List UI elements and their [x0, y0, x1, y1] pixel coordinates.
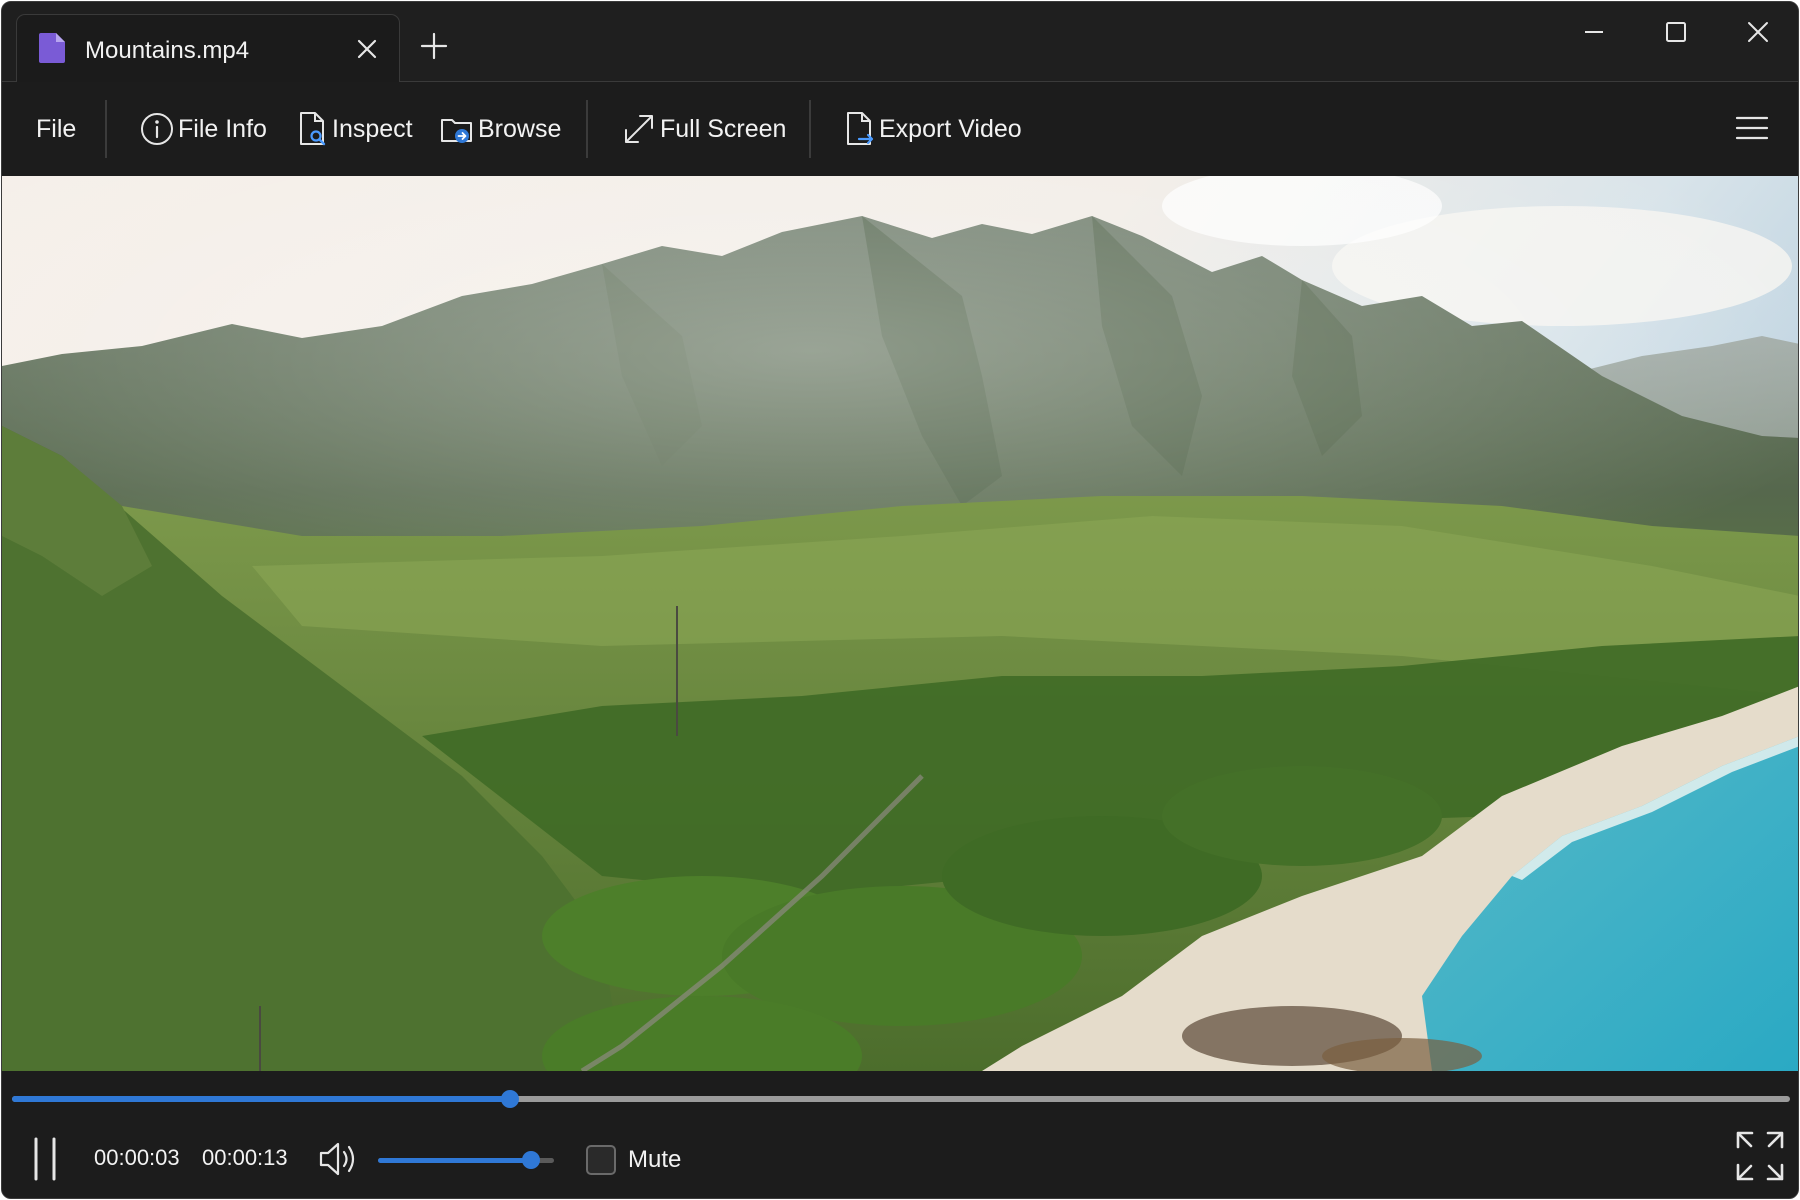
inspect-document-icon: [300, 112, 326, 146]
maximize-icon[interactable]: [1646, 12, 1706, 52]
volume-thumb[interactable]: [522, 1151, 541, 1169]
browse-folder-icon: [441, 119, 472, 143]
hamburger-menu-icon[interactable]: [1734, 110, 1770, 146]
minimize-icon[interactable]: [1564, 12, 1624, 52]
tab-title: Mountains.mp4: [85, 37, 250, 64]
toolbar-divider: [586, 100, 588, 158]
mountain-landscape-image: [2, 176, 1798, 1071]
info-icon: [141, 113, 173, 145]
current-time: 00:00:03: [94, 1145, 180, 1170]
new-tab-plus-icon[interactable]: [418, 30, 450, 62]
toolbar: File File Info Inspect Browse Full Scree…: [2, 82, 1798, 176]
tab-mountains[interactable]: Mountains.mp4: [16, 14, 400, 83]
seek-progress: [12, 1096, 510, 1102]
browse-button[interactable]: Browse: [440, 82, 561, 176]
mute-label: Mute: [628, 1146, 682, 1173]
document-icon: [39, 33, 65, 63]
title-bar: Mountains.mp4: [2, 2, 1798, 83]
close-tab-icon[interactable]: [353, 35, 381, 63]
media-player-window: Mountains.mp4 File File Info Inspect Bro…: [1, 1, 1799, 1199]
file-menu-button[interactable]: File: [36, 82, 76, 176]
export-video-button[interactable]: Export Video: [845, 82, 1022, 176]
file-info-button[interactable]: File Info: [140, 82, 267, 176]
playback-controls: 00:00:03 00:00:13 Mute: [2, 1071, 1798, 1198]
seek-slider[interactable]: [12, 1090, 1790, 1108]
pause-icon[interactable]: [28, 1134, 62, 1184]
toolbar-divider: [809, 100, 811, 158]
file-info-label: File Info: [178, 114, 267, 143]
volume-level: [378, 1158, 532, 1163]
file-menu-label: File: [36, 114, 77, 143]
volume-slider[interactable]: [378, 1151, 554, 1169]
expand-diagonal-icon: [625, 115, 653, 143]
total-time: 00:00:13: [202, 1145, 288, 1170]
full-screen-button[interactable]: Full Screen: [622, 82, 786, 176]
export-document-icon: [847, 112, 874, 145]
toolbar-divider: [105, 100, 107, 158]
video-frame[interactable]: [2, 176, 1798, 1071]
volume-icon[interactable]: [316, 1137, 360, 1181]
full-screen-label: Full Screen: [660, 114, 787, 143]
browse-label: Browse: [478, 114, 562, 143]
export-video-label: Export Video: [879, 114, 1022, 143]
close-window-icon[interactable]: [1728, 12, 1788, 52]
mute-checkbox[interactable]: [586, 1145, 616, 1175]
inspect-button[interactable]: Inspect: [298, 82, 413, 176]
inspect-label: Inspect: [332, 114, 413, 143]
fullscreen-expand-icon[interactable]: [1734, 1129, 1786, 1183]
seek-thumb[interactable]: [500, 1090, 519, 1108]
